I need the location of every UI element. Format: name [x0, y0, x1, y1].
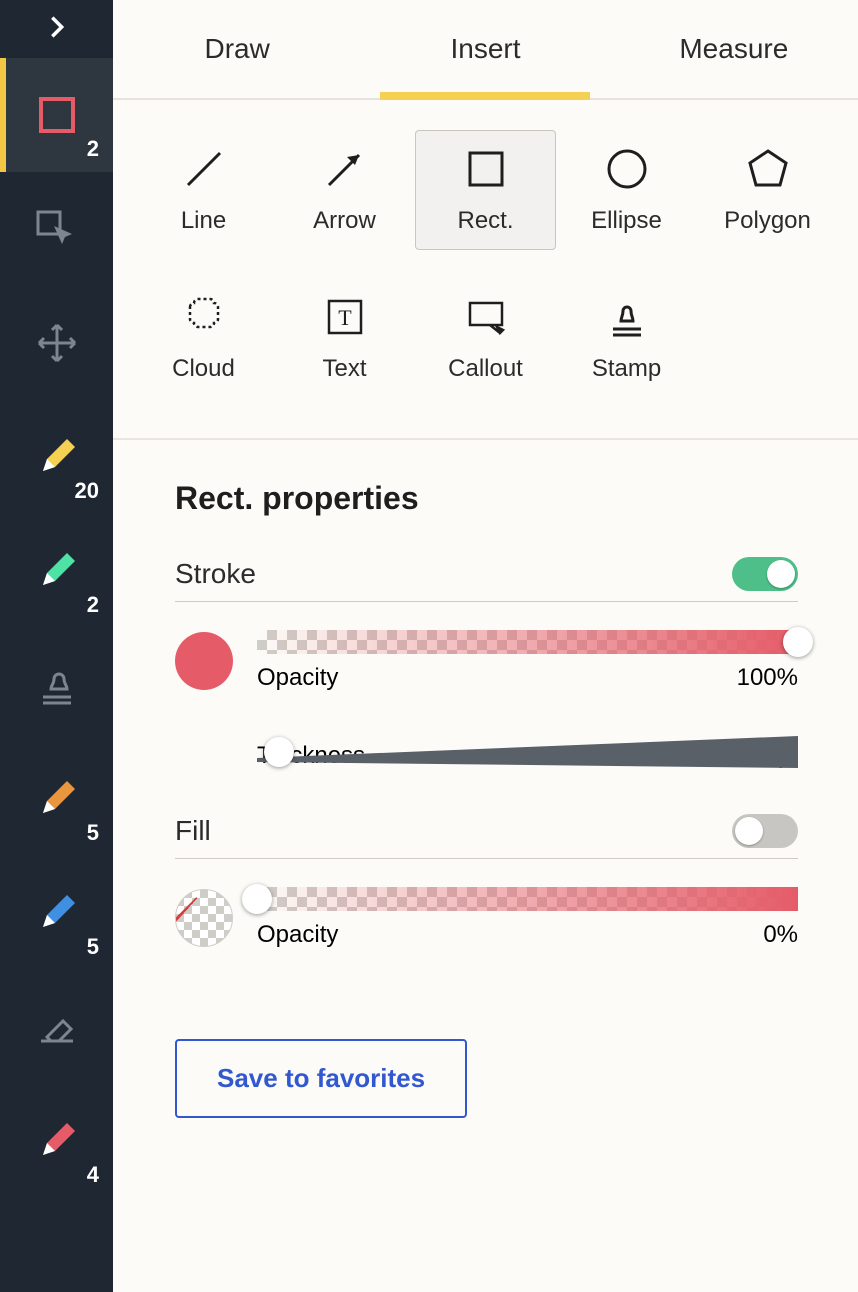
fill-section-header: Fill [175, 814, 798, 859]
tool-badge: 5 [87, 934, 99, 960]
shape-grid: Line Arrow Rect. Ellipse Polygon [113, 100, 858, 440]
eraser-icon [34, 1004, 80, 1050]
tab-label: Measure [679, 33, 788, 65]
rect-icon [462, 145, 510, 193]
tool-badge: 5 [87, 820, 99, 846]
properties-title: Rect. properties [175, 480, 798, 517]
sidebar-tool-pen-orange[interactable]: 5 [0, 742, 113, 856]
sidebar-tool-select[interactable] [0, 172, 113, 286]
tab-label: Draw [204, 33, 269, 65]
stroke-opacity-slider[interactable] [257, 630, 798, 654]
shape-text[interactable]: T Text [274, 278, 415, 398]
sidebar: 2 20 2 [0, 0, 113, 1292]
shape-stamp[interactable]: Stamp [556, 278, 697, 398]
shape-label: Stamp [592, 355, 661, 383]
shape-polygon[interactable]: Polygon [697, 130, 838, 250]
polygon-icon [744, 145, 792, 193]
shape-label: Rect. [457, 207, 513, 235]
shape-cloud[interactable]: Cloud [133, 278, 274, 398]
pen-icon [34, 1118, 80, 1164]
stroke-opacity-value: 100% [737, 664, 798, 692]
sidebar-tool-pen-blue[interactable]: 5 [0, 856, 113, 970]
toggle-knob [735, 817, 763, 845]
shape-label: Line [181, 207, 226, 235]
pen-icon [34, 776, 80, 822]
line-icon [180, 145, 228, 193]
fill-label: Fill [175, 815, 211, 847]
stroke-toggle[interactable] [732, 557, 798, 591]
chevron-right-icon [43, 13, 71, 46]
shape-rect[interactable]: Rect. [415, 130, 556, 250]
shape-ellipse[interactable]: Ellipse [556, 130, 697, 250]
tabs: Draw Insert Measure [113, 0, 858, 100]
select-icon [34, 206, 80, 252]
stroke-opacity-row: Opacity 100% [175, 630, 798, 692]
stamp-icon [603, 293, 651, 341]
stroke-color-swatch[interactable] [175, 632, 233, 690]
tab-measure[interactable]: Measure [610, 0, 858, 98]
pen-icon [34, 434, 80, 480]
sidebar-tool-pen-teal[interactable]: 2 [0, 514, 113, 628]
text-icon: T [321, 293, 369, 341]
properties-panel: Rect. properties Stroke Opacity 100% [113, 440, 858, 999]
slider-handle[interactable] [264, 737, 294, 767]
tool-badge: 2 [87, 136, 99, 162]
sidebar-tool-pen-yellow[interactable]: 20 [0, 400, 113, 514]
shape-line[interactable]: Line [133, 130, 274, 250]
tool-badge: 4 [87, 1162, 99, 1188]
stamp-icon [34, 662, 80, 708]
tool-badge: 2 [87, 592, 99, 618]
shape-callout[interactable]: Callout [415, 278, 556, 398]
sidebar-tool-move[interactable] [0, 286, 113, 400]
save-button-label: Save to favorites [217, 1063, 425, 1094]
pen-icon [34, 890, 80, 936]
stroke-section-header: Stroke [175, 557, 798, 602]
fill-opacity-slider[interactable] [257, 887, 798, 911]
shape-arrow[interactable]: Arrow [274, 130, 415, 250]
fill-color-swatch[interactable] [175, 889, 233, 947]
tab-label: Insert [450, 33, 520, 65]
move-icon [34, 320, 80, 366]
sidebar-tool-rect[interactable]: 2 [0, 58, 113, 172]
callout-icon [462, 293, 510, 341]
shape-label: Ellipse [591, 207, 662, 235]
svg-text:T: T [338, 305, 352, 330]
save-to-favorites-button[interactable]: Save to favorites [175, 1039, 467, 1118]
arrow-icon [321, 145, 369, 193]
fill-opacity-label: Opacity [257, 921, 338, 949]
tab-insert[interactable]: Insert [361, 0, 609, 98]
toggle-knob [767, 560, 795, 588]
shape-label: Text [322, 355, 366, 383]
sidebar-tool-stamp[interactable] [0, 628, 113, 742]
main-panel: Draw Insert Measure Line Arrow Rect. Ell… [113, 0, 858, 1292]
stroke-opacity-label: Opacity [257, 664, 338, 692]
fill-opacity-value: 0% [763, 921, 798, 949]
shape-label: Cloud [172, 355, 235, 383]
shape-label: Arrow [313, 207, 376, 235]
ellipse-icon [603, 145, 651, 193]
tab-draw[interactable]: Draw [113, 0, 361, 98]
cloud-icon [180, 293, 228, 341]
stroke-thickness-row: Thickness 2pt [257, 732, 798, 770]
slider-handle[interactable] [783, 627, 813, 657]
shape-label: Polygon [724, 207, 811, 235]
shape-label: Callout [448, 355, 523, 383]
sidebar-tool-eraser[interactable] [0, 970, 113, 1084]
expand-panel-button[interactable] [0, 0, 113, 58]
tool-badge: 20 [75, 478, 99, 504]
fill-opacity-row: Opacity 0% [175, 887, 798, 949]
sidebar-tool-pen-red[interactable]: 4 [0, 1084, 113, 1198]
fill-toggle[interactable] [732, 814, 798, 848]
pen-icon [34, 548, 80, 594]
slider-handle[interactable] [242, 884, 272, 914]
rect-icon [34, 92, 80, 138]
stroke-label: Stroke [175, 558, 256, 590]
